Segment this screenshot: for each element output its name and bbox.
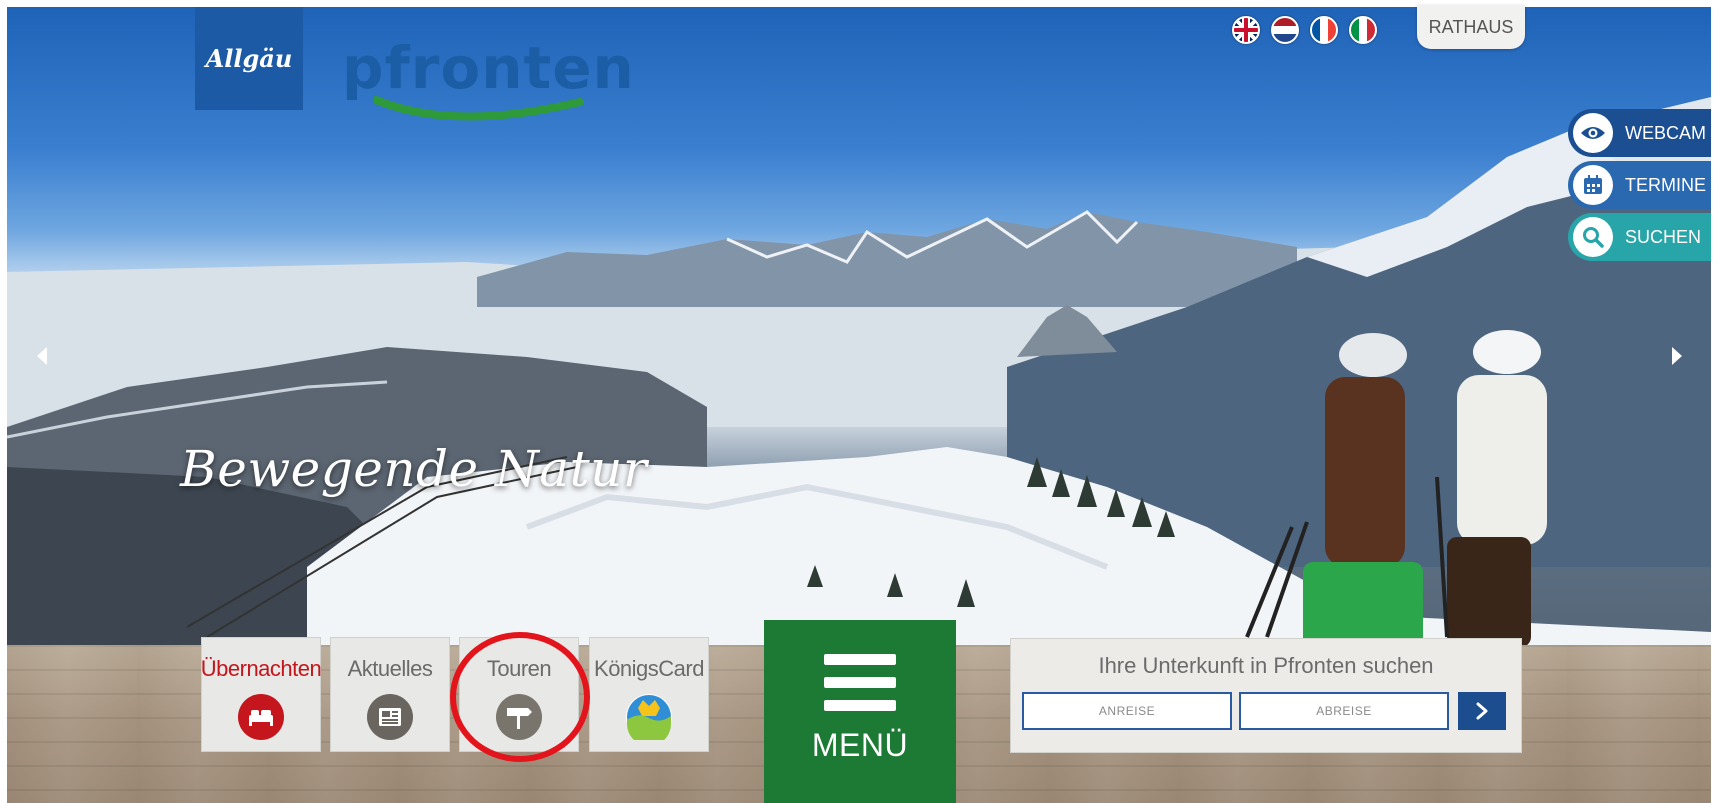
nl-flag-icon[interactable]	[1271, 16, 1299, 44]
tile-touren-label: Touren	[486, 656, 552, 681]
webcam-link[interactable]: WEBCAM	[1568, 109, 1711, 157]
signpost-icon	[496, 694, 542, 740]
chevron-right-icon	[1476, 702, 1488, 720]
hero-tagline: Bewegende Natur	[180, 440, 648, 498]
bed-icon	[238, 694, 284, 740]
abreise-field[interactable]: ABREISE	[1239, 692, 1449, 730]
pfronten-logo[interactable]: pfronten	[342, 36, 634, 136]
slider-prev-icon[interactable]	[34, 345, 50, 367]
termine-label: TERMINE	[1625, 174, 1706, 195]
slider-next-icon[interactable]	[1669, 345, 1685, 367]
tile-koenigscard-label: KönigsCard	[594, 656, 704, 681]
rathaus-tab[interactable]: RATHAUS	[1417, 5, 1525, 49]
allgaeu-logo-text: Allgäu	[205, 44, 293, 73]
tile-touren[interactable]: Touren	[459, 637, 579, 752]
accommodation-search-submit-button[interactable]	[1458, 692, 1506, 730]
menu-button[interactable]: MENÜ	[764, 620, 956, 803]
calendar-icon	[1573, 165, 1613, 205]
suchen-link[interactable]: SUCHEN	[1568, 213, 1711, 261]
hamburger-icon	[824, 654, 896, 723]
tile-uebernachten[interactable]: Übernachten	[200, 637, 322, 752]
webcam-label: WEBCAM	[1625, 122, 1706, 143]
language-switcher	[1232, 16, 1377, 44]
uk-flag-icon[interactable]	[1232, 16, 1260, 44]
accommodation-search: Ihre Unterkunft in Pfronten suchen ANREI…	[1010, 638, 1522, 753]
fr-flag-icon[interactable]	[1310, 16, 1338, 44]
it-flag-icon[interactable]	[1349, 16, 1377, 44]
tile-aktuelles-label: Aktuelles	[347, 656, 433, 681]
tile-aktuelles[interactable]: Aktuelles	[330, 637, 450, 752]
tile-uebernachten-label: Übernachten	[200, 656, 322, 681]
rathaus-label: RATHAUS	[1428, 16, 1514, 37]
koenigscard-icon	[626, 694, 672, 740]
pfronten-logo-text: pfronten	[342, 34, 635, 102]
eye-icon	[1573, 113, 1613, 153]
search-icon	[1573, 217, 1613, 257]
newspaper-icon	[367, 694, 413, 740]
suchen-label: SUCHEN	[1625, 226, 1702, 247]
termine-link[interactable]: TERMINE	[1568, 161, 1711, 209]
menu-label: MENÜ	[811, 727, 909, 763]
logo-swoosh-icon	[374, 96, 584, 121]
accommodation-search-title: Ihre Unterkunft in Pfronten suchen	[1098, 653, 1434, 678]
anreise-field[interactable]: ANREISE	[1022, 692, 1232, 730]
tile-koenigscard[interactable]: KönigsCard	[589, 637, 709, 752]
allgaeu-logo[interactable]: Allgäu	[195, 7, 303, 110]
